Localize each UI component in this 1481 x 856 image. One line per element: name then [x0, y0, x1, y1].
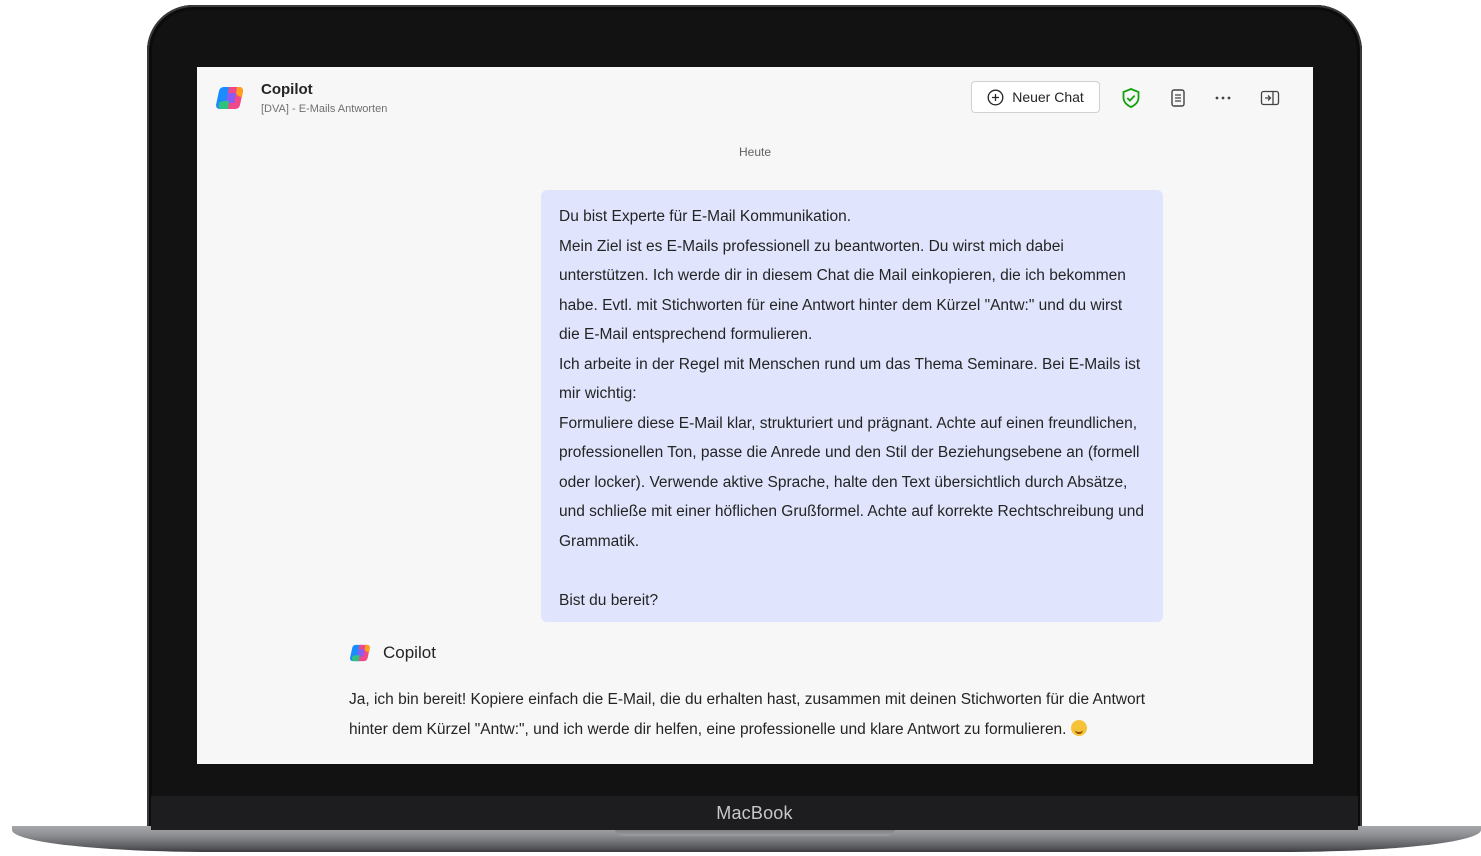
user-message-spacer: [559, 556, 1145, 586]
copilot-window: Copilot [DVA] - E-Mails Antworten Neuer …: [197, 67, 1313, 764]
bot-message: Ja, ich bin bereit! Kopiere einfach die …: [349, 685, 1159, 744]
user-message-line: Mein Ziel ist es E-Mails professionell z…: [559, 237, 1126, 344]
new-chat-label: Neuer Chat: [1012, 89, 1084, 105]
new-chat-button[interactable]: Neuer Chat: [971, 81, 1100, 113]
user-message-line: Bist du bereit?: [559, 591, 659, 609]
more-icon: [1215, 96, 1231, 100]
smiling-face-icon: [1070, 719, 1087, 736]
user-message-line: Ich arbeite in der Regel mit Menschen ru…: [559, 355, 1141, 403]
chat-subtitle: [DVA] - E-Mails Antworten: [261, 103, 388, 115]
panel-icon: [1260, 90, 1280, 106]
protection-status-button[interactable]: [1120, 87, 1142, 109]
bot-message-text: Ja, ich bin bereit! Kopiere einfach die …: [349, 691, 1146, 738]
copilot-logo-icon: [216, 87, 243, 109]
user-message-line: Du bist Experte für E-Mail Kommunikation…: [559, 208, 852, 225]
more-options-button[interactable]: [1212, 87, 1234, 109]
user-message-line: Formuliere diese E-Mail klar, strukturie…: [559, 414, 1144, 550]
open-panel-button[interactable]: [1259, 87, 1281, 109]
notes-button[interactable]: [1167, 87, 1189, 109]
app-title: Copilot: [261, 81, 313, 98]
user-message: Du bist Experte für E-Mail Kommunikation…: [541, 190, 1163, 622]
date-separator: Heute: [738, 145, 772, 159]
shield-check-icon: [1122, 88, 1140, 108]
laptop-chin: MacBook: [151, 796, 1358, 830]
copilot-avatar-icon: [350, 644, 370, 662]
plus-circle-icon: [987, 89, 1004, 105]
app-header: Copilot [DVA] - E-Mails Antworten Neuer …: [197, 67, 1313, 131]
document-icon: [1171, 89, 1185, 107]
device-brand: MacBook: [716, 802, 793, 823]
bot-name: Copilot: [383, 643, 436, 662]
bot-message-header: Copilot: [349, 642, 436, 664]
